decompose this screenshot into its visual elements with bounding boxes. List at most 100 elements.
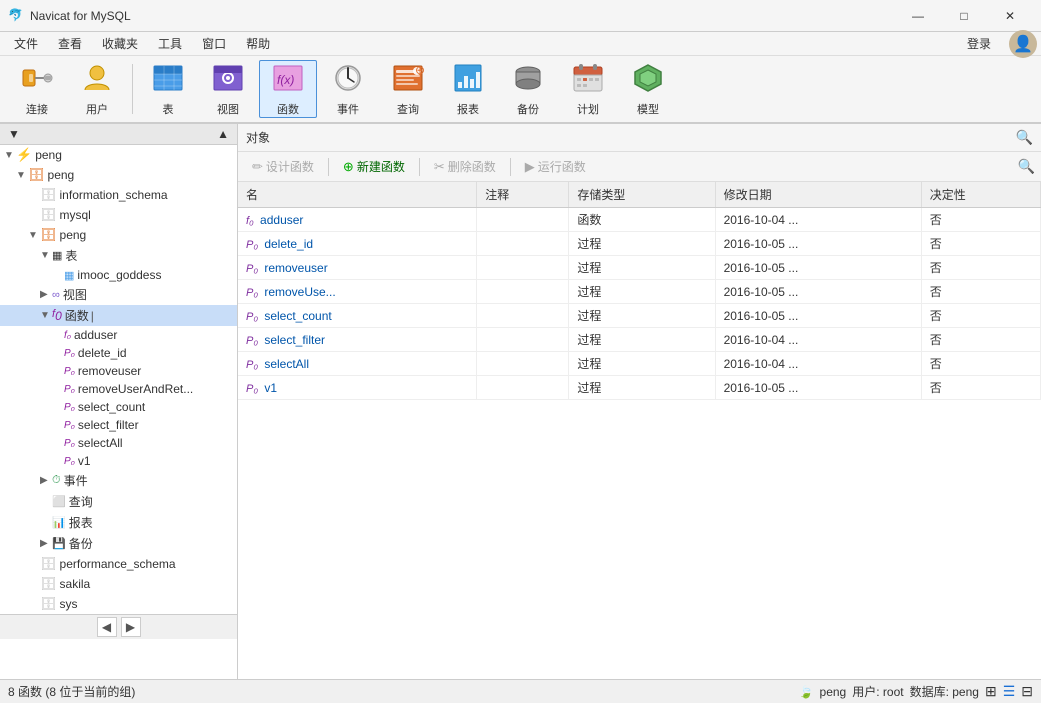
func-selectall-label: selectAll <box>78 436 123 450</box>
title-text: Navicat for MySQL <box>30 9 895 23</box>
col-date: 修改日期 <box>715 182 921 208</box>
close-button[interactable]: ✕ <box>987 0 1033 32</box>
tables-label: 表 <box>65 247 77 264</box>
login-button[interactable]: 登录 <box>957 33 1001 54</box>
object-search-icon[interactable]: 🔍 <box>1016 129 1033 146</box>
tree-connection[interactable]: ▼ ⚡ peng <box>0 145 237 165</box>
cell-date: 2016-10-04 ... <box>715 352 921 376</box>
grid-view-icon[interactable]: ⊞ <box>985 683 997 700</box>
table-search-icon[interactable]: 🔍 <box>1018 158 1035 175</box>
func-select-filter-label: select_filter <box>78 418 139 432</box>
window-controls: — □ ✕ <box>895 0 1033 32</box>
cell-name: P₀ removeuser <box>238 256 477 280</box>
table-row[interactable]: P₀ select_filter 过程 2016-10-04 ... 否 <box>238 328 1041 352</box>
cell-comment <box>477 256 569 280</box>
toolbar-view[interactable]: 视图 <box>199 60 257 118</box>
menu-tools[interactable]: 工具 <box>148 33 192 54</box>
model-icon <box>632 62 664 99</box>
tree-select-count[interactable]: P₀ select_count <box>0 398 237 416</box>
toolbar-func[interactable]: f(x) 函数 <box>259 60 317 118</box>
toolbar-func-label: 函数 <box>277 101 299 117</box>
menu-help[interactable]: 帮助 <box>236 33 280 54</box>
func-delete-id-label: delete_id <box>78 346 127 360</box>
cell-type: 过程 <box>569 352 715 376</box>
tree-removeuserandret[interactable]: P₀ removeUserAndRet... <box>0 380 237 398</box>
imooc-label: imooc_goddess <box>77 268 161 282</box>
event-icon <box>332 62 364 99</box>
tree-backups-folder[interactable]: ▶ 💾 备份 <box>0 533 237 554</box>
sakila-label: sakila <box>60 577 91 591</box>
toolbar-backup[interactable]: 备份 <box>499 60 557 118</box>
tree-events-folder[interactable]: ▶ ⏱ 事件 <box>0 470 237 491</box>
table-row[interactable]: P₀ delete_id 过程 2016-10-05 ... 否 <box>238 232 1041 256</box>
col-det: 决定性 <box>921 182 1040 208</box>
tree-peng-db[interactable]: ▼ 🗄 peng <box>0 225 237 245</box>
tree-v1[interactable]: P₀ v1 <box>0 452 237 470</box>
tree-removeuser[interactable]: P₀ removeuser <box>0 362 237 380</box>
table-row[interactable]: P₀ select_count 过程 2016-10-05 ... 否 <box>238 304 1041 328</box>
action-bar: ✏ 设计函数 ⊕ 新建函数 ✂ 删除函数 ▶ 运行函数 🔍 <box>238 152 1041 182</box>
tree-mysql[interactable]: 🗄 mysql <box>0 205 237 225</box>
tree-information-schema[interactable]: 🗄 information_schema <box>0 185 237 205</box>
cell-date: 2016-10-05 ... <box>715 232 921 256</box>
detail-view-icon[interactable]: ⊟ <box>1021 683 1033 700</box>
toolbar-model[interactable]: 模型 <box>619 60 677 118</box>
tree-views-folder[interactable]: ▶ ∞ 视图 <box>0 284 237 305</box>
toolbar-query[interactable]: ⊕ 查询 <box>379 60 437 118</box>
table-row[interactable]: f₀ adduser 函数 2016-10-04 ... 否 <box>238 208 1041 232</box>
toolbar-connect[interactable]: 连接 <box>8 60 66 118</box>
new-label: 新建函数 <box>357 158 405 175</box>
svg-text:f(x): f(x) <box>277 73 294 87</box>
tables-icon: ▦ <box>52 249 62 262</box>
tree-tables-folder[interactable]: ▼ ▦ 表 <box>0 245 237 266</box>
tree-sakila[interactable]: 🗄 sakila <box>0 574 237 594</box>
status-leaf-icon: 🍃 <box>799 685 814 699</box>
tree-imooc-goddess[interactable]: ▦ imooc_goddess <box>0 266 237 284</box>
menu-view[interactable]: 查看 <box>48 33 92 54</box>
cell-det: 否 <box>921 232 1040 256</box>
toolbar-table[interactable]: 表 <box>139 60 197 118</box>
table-row[interactable]: P₀ selectAll 过程 2016-10-04 ... 否 <box>238 352 1041 376</box>
menu-window[interactable]: 窗口 <box>192 33 236 54</box>
table-row[interactable]: P₀ removeUse... 过程 2016-10-05 ... 否 <box>238 280 1041 304</box>
table-icon <box>152 62 184 99</box>
toolbar-report[interactable]: 报表 <box>439 60 497 118</box>
toolbar-event[interactable]: 事件 <box>319 60 377 118</box>
cell-type: 过程 <box>569 232 715 256</box>
design-func-button[interactable]: ✏ 设计函数 <box>244 156 322 177</box>
sidebar-nav-right[interactable]: ▶ <box>121 617 141 637</box>
toolbar-schedule[interactable]: 计划 <box>559 60 617 118</box>
minimize-button[interactable]: — <box>895 0 941 32</box>
new-func-button[interactable]: ⊕ 新建函数 <box>335 156 413 177</box>
tree-funcs-folder[interactable]: ▼ f0 函数 | <box>0 305 237 326</box>
table-row[interactable]: P₀ removeuser 过程 2016-10-05 ... 否 <box>238 256 1041 280</box>
tree-delete-id[interactable]: P₀ delete_id <box>0 344 237 362</box>
tree-queries-folder[interactable]: ⬜ 查询 <box>0 491 237 512</box>
status-connection: peng <box>820 685 847 699</box>
info-schema-label: information_schema <box>60 188 168 202</box>
maximize-button[interactable]: □ <box>941 0 987 32</box>
menu-file[interactable]: 文件 <box>4 33 48 54</box>
connect-icon <box>21 62 53 99</box>
user-icon <box>81 62 113 99</box>
toolbar-user[interactable]: 用户 <box>68 60 126 118</box>
tree-selectall[interactable]: P₀ selectAll <box>0 434 237 452</box>
func-table: 名 注释 存储类型 修改日期 决定性 f₀ adduser 函数 2016-10… <box>238 182 1041 679</box>
tree-performance-schema[interactable]: 🗄 performance_schema <box>0 554 237 574</box>
tree-select-filter[interactable]: P₀ select_filter <box>0 416 237 434</box>
sidebar-nav-left[interactable]: ◀ <box>97 617 117 637</box>
sidebar-scroll-up[interactable]: ▲ <box>217 127 229 141</box>
action-sep-1 <box>328 158 329 176</box>
run-func-button[interactable]: ▶ 运行函数 <box>517 156 594 177</box>
delete-func-button[interactable]: ✂ 删除函数 <box>426 156 504 177</box>
tree-sys[interactable]: 🗄 sys <box>0 594 237 614</box>
menu-favorites[interactable]: 收藏夹 <box>92 33 148 54</box>
tree-peng-group[interactable]: ▼ 🗄 peng <box>0 165 237 185</box>
tree-reports-folder[interactable]: 📊 报表 <box>0 512 237 533</box>
cell-date: 2016-10-05 ... <box>715 256 921 280</box>
list-view-icon[interactable]: ☰ <box>1003 683 1016 700</box>
info-schema-icon: 🗄 <box>40 187 57 203</box>
tree-adduser[interactable]: f₀ adduser <box>0 326 237 344</box>
cell-name: P₀ select_filter <box>238 328 477 352</box>
table-row[interactable]: P₀ v1 过程 2016-10-05 ... 否 <box>238 376 1041 400</box>
